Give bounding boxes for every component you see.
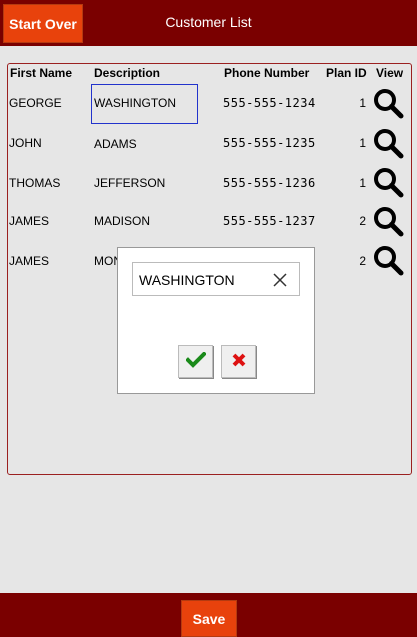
search-icon[interactable] bbox=[372, 127, 404, 159]
page-title: Customer List bbox=[165, 14, 252, 30]
column-header-first-name: First Name bbox=[10, 66, 73, 80]
phone-cell[interactable]: 555-555-1235 bbox=[223, 136, 316, 150]
column-header-description: Description bbox=[94, 66, 161, 80]
description-cell[interactable]: ADAMS bbox=[94, 137, 137, 151]
column-header-plan-id: Plan ID bbox=[326, 66, 367, 80]
save-button[interactable]: Save bbox=[181, 600, 237, 637]
column-header-view: View bbox=[376, 66, 404, 80]
description-edit-field bbox=[132, 262, 300, 296]
first-name-cell[interactable]: GEORGE bbox=[9, 96, 62, 110]
first-name-cell[interactable]: JAMES bbox=[9, 254, 49, 268]
plan-id-cell[interactable]: 1 bbox=[346, 176, 366, 190]
checkmark-icon bbox=[184, 351, 207, 368]
search-icon[interactable] bbox=[372, 244, 404, 276]
description-cell[interactable]: MADISON bbox=[94, 214, 150, 228]
close-icon[interactable] bbox=[271, 271, 289, 289]
description-cell[interactable]: JEFFERSON bbox=[94, 176, 165, 190]
phone-cell[interactable]: 555-555-1236 bbox=[223, 176, 316, 190]
column-header-phone-number: Phone Number bbox=[224, 66, 310, 80]
plan-id-cell[interactable]: 1 bbox=[346, 96, 366, 110]
plan-id-cell[interactable]: 2 bbox=[346, 214, 366, 228]
first-name-cell[interactable]: THOMAS bbox=[9, 176, 60, 190]
edit-dialog bbox=[117, 247, 315, 394]
description-input[interactable] bbox=[139, 271, 267, 289]
confirm-button[interactable] bbox=[178, 345, 213, 378]
search-icon[interactable] bbox=[372, 166, 404, 198]
cancel-button[interactable] bbox=[221, 345, 256, 378]
search-icon[interactable] bbox=[372, 205, 404, 237]
description-cell[interactable]: WASHINGTON bbox=[94, 96, 176, 110]
plan-id-cell[interactable]: 1 bbox=[346, 136, 366, 150]
phone-cell[interactable]: 555-555-1237 bbox=[223, 214, 316, 228]
first-name-cell[interactable]: JAMES bbox=[9, 214, 49, 228]
x-icon bbox=[232, 353, 245, 367]
plan-id-cell[interactable]: 2 bbox=[346, 254, 366, 268]
phone-cell[interactable]: 555-555-1234 bbox=[223, 96, 316, 110]
search-icon[interactable] bbox=[372, 87, 404, 119]
first-name-cell[interactable]: JOHN bbox=[9, 136, 42, 150]
